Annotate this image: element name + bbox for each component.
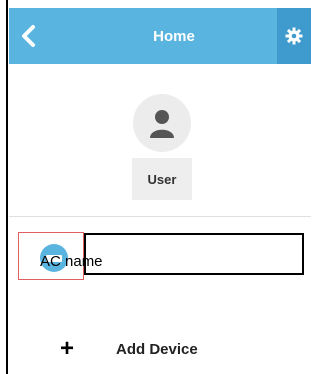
- add-device-label: Add Device: [116, 340, 198, 358]
- add-device-button[interactable]: + Add Device: [60, 334, 198, 364]
- chevron-left-icon: [22, 25, 35, 47]
- user-silhouette-icon: [150, 110, 174, 138]
- avatar[interactable]: [133, 94, 191, 152]
- left-border-line: [6, 0, 8, 374]
- section-divider: [9, 216, 311, 217]
- back-button[interactable]: [9, 8, 49, 64]
- device-name-box: [84, 233, 304, 275]
- device-name: AC name: [40, 253, 103, 270]
- user-label: User: [132, 158, 192, 200]
- device-item[interactable]: AC name: [18, 232, 308, 280]
- plus-icon: +: [60, 335, 75, 362]
- settings-button[interactable]: [277, 8, 311, 64]
- page-title: Home: [153, 27, 195, 45]
- app-header: Home: [9, 8, 311, 64]
- gear-icon: [285, 27, 303, 45]
